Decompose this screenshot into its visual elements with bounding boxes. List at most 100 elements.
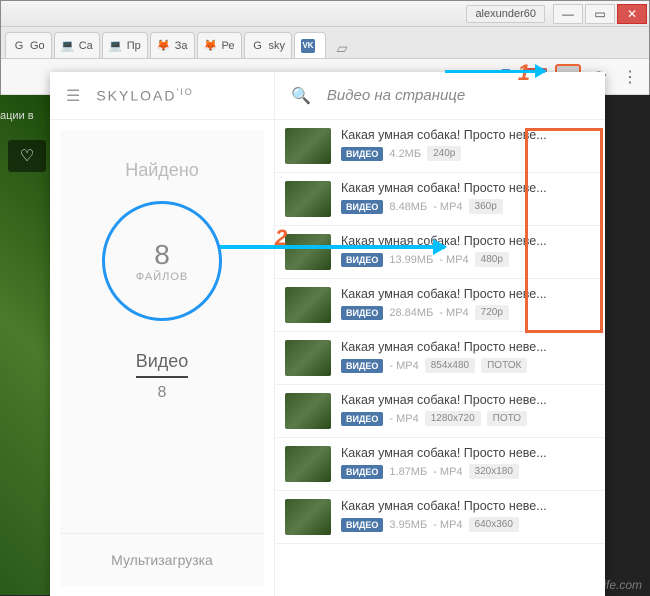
file-item[interactable]: Какая умная собака! Просто неве... ВИДЕО… — [275, 332, 605, 385]
file-info: Какая умная собака! Просто неве... ВИДЕО… — [341, 340, 595, 376]
browser-tab[interactable]: Gsky — [244, 32, 293, 58]
file-title: Какая умная собака! Просто неве... — [341, 340, 595, 354]
popup-content-header: 🔍 Видео на странице — [275, 72, 605, 120]
file-meta: ВИДЕО - MP4 854x480 ПОТОК — [341, 358, 595, 373]
favicon: 🦊 — [204, 39, 218, 53]
maximize-button[interactable]: ▭ — [585, 4, 615, 24]
tab-label: Ca — [79, 40, 93, 52]
vk-badge: ВИДЕО — [341, 518, 383, 532]
file-format: - MP4 — [439, 307, 468, 319]
resolution-badge[interactable]: 1280x720 — [425, 411, 481, 426]
resolution-badge[interactable]: 854x480 — [425, 358, 475, 373]
file-size: 13.99МБ — [389, 254, 433, 266]
vk-badge: ВИДЕО — [341, 306, 383, 320]
popup-sidebar-header: ☰ SKYLOAD'IO — [50, 72, 274, 120]
resolution-badge[interactable]: 640x360 — [469, 517, 519, 532]
file-meta: ВИДЕО 3.95МБ - MP4 640x360 — [341, 517, 595, 532]
video-thumbnail — [285, 181, 331, 217]
video-thumbnail — [285, 393, 331, 429]
vk-badge: ВИДЕО — [341, 253, 383, 267]
vk-badge: ВИДЕО — [341, 465, 383, 479]
popup-sidebar-body: Найдено 8 ФАЙЛОВ Видео 8 Мультизагрузка — [60, 130, 264, 586]
minimize-button[interactable]: — — [553, 4, 583, 24]
file-meta: ВИДЕО 1.87МБ - MP4 320x180 — [341, 464, 595, 479]
browser-tab[interactable]: G Go — [5, 32, 52, 58]
category-label[interactable]: Видео — [136, 351, 189, 378]
hamburger-icon[interactable]: ☰ — [66, 86, 80, 106]
tabstrip: G Go 💻Ca 💻 Пр 🦊 За 🦊Ре Gsky VK ▱ — [1, 27, 649, 59]
file-item[interactable]: Какая умная собака! Просто неве... ВИДЕО… — [275, 491, 605, 544]
browser-tab[interactable]: 💻 Пр — [102, 32, 148, 58]
file-meta: ВИДЕО - MP4 1280x720 ПОТО — [341, 411, 595, 426]
file-format: - MP4 — [389, 360, 418, 372]
file-format: - MP4 — [433, 519, 462, 531]
favicon: 💻 — [109, 39, 123, 53]
file-info: Какая умная собака! Просто неве... ВИДЕО… — [341, 446, 595, 482]
tab-label: За — [175, 40, 188, 52]
resolution-badge[interactable]: 240p — [427, 146, 461, 161]
search-icon[interactable]: 🔍 — [291, 86, 311, 106]
annotation-arrow-1 — [445, 70, 545, 73]
video-thumbnail — [285, 446, 331, 482]
category-count: 8 — [158, 384, 167, 402]
resolution-badge[interactable]: 360p — [469, 199, 503, 214]
file-size: 8.48МБ — [389, 201, 427, 213]
tab-label: Go — [30, 40, 45, 52]
stream-badge[interactable]: ПОТО — [487, 411, 527, 426]
favicon: 🦊 — [157, 39, 171, 53]
video-thumbnail — [285, 128, 331, 164]
vk-badge: ВИДЕО — [341, 200, 383, 214]
file-item[interactable]: Какая умная собака! Просто неве... ВИДЕО… — [275, 438, 605, 491]
bg-text: ации в — [0, 110, 34, 122]
brand-label: SKYLOAD'IO — [96, 87, 193, 104]
file-size: 1.87МБ — [389, 466, 427, 478]
video-thumbnail — [285, 234, 331, 270]
annotation-highlight-box — [525, 128, 603, 333]
tab-label: sky — [269, 40, 286, 52]
file-format: - MP4 — [433, 466, 462, 478]
browser-tab[interactable]: 🦊 За — [150, 32, 195, 58]
new-tab-button[interactable]: ▱ — [332, 38, 352, 58]
file-item[interactable]: Какая умная собака! Просто неве... ВИДЕО… — [275, 385, 605, 438]
tab-label: Пр — [127, 40, 141, 52]
menu-icon[interactable]: ⋮ — [619, 66, 641, 88]
video-thumbnail — [285, 499, 331, 535]
video-thumbnail — [285, 340, 331, 376]
resolution-badge[interactable]: 480p — [475, 252, 509, 267]
browser-tab[interactable]: 🦊Ре — [197, 32, 242, 58]
profile-chip[interactable]: alexunder60 — [466, 5, 545, 23]
file-size: 28.84МБ — [389, 307, 433, 319]
annotation-arrow-2 — [220, 245, 445, 249]
vk-badge: ВИДЕО — [341, 359, 383, 373]
favicon: G — [12, 39, 26, 53]
vk-badge: ВИДЕО — [341, 412, 383, 426]
file-size: 3.95МБ — [389, 519, 427, 531]
file-format: - MP4 — [433, 201, 462, 213]
content-title: Видео на странице — [327, 87, 465, 104]
resolution-badge[interactable]: 320x180 — [469, 464, 519, 479]
file-info: Какая умная собака! Просто неве... ВИДЕО… — [341, 499, 595, 535]
count-number: 8 — [154, 239, 170, 271]
file-size: 4.2МБ — [389, 148, 421, 160]
close-button[interactable]: ✕ — [617, 4, 647, 24]
file-title: Какая умная собака! Просто неве... — [341, 499, 595, 513]
found-label: Найдено — [125, 160, 199, 181]
browser-tab[interactable]: 💻Ca — [54, 32, 100, 58]
file-format: - MP4 — [389, 413, 418, 425]
count-circle: 8 ФАЙЛОВ — [102, 201, 222, 321]
file-title: Какая умная собака! Просто неве... — [341, 393, 595, 407]
like-button[interactable]: ♡ — [8, 140, 46, 172]
file-title: Какая умная собака! Просто неве... — [341, 446, 595, 460]
file-info: Какая умная собака! Просто неве... ВИДЕО… — [341, 393, 595, 429]
stream-badge[interactable]: ПОТОК — [481, 358, 527, 373]
popup-sidebar: ☰ SKYLOAD'IO Найдено 8 ФАЙЛОВ Видео 8 Му… — [50, 72, 275, 596]
vk-badge: ВИДЕО — [341, 147, 383, 161]
favicon: G — [251, 39, 265, 53]
titlebar: alexunder60 — ▭ ✕ — [1, 1, 649, 27]
browser-tab-active[interactable]: VK — [294, 32, 326, 58]
resolution-badge[interactable]: 720p — [475, 305, 509, 320]
vk-favicon: VK — [301, 39, 315, 53]
video-thumbnail — [285, 287, 331, 323]
multidownload-button[interactable]: Мультизагрузка — [60, 533, 264, 586]
skyload-popup: ☰ SKYLOAD'IO Найдено 8 ФАЙЛОВ Видео 8 Му… — [50, 72, 605, 596]
